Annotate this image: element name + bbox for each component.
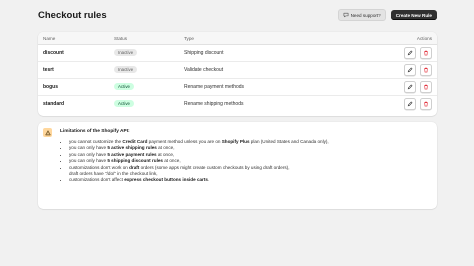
table-row[interactable]: standard Active Rename shipping methods <box>38 95 437 112</box>
edit-button[interactable] <box>404 97 416 110</box>
rule-type: Shipping discount <box>184 49 224 56</box>
table-row[interactable]: discount Inactive Shipping discount <box>38 44 437 62</box>
edit-button[interactable] <box>404 63 416 76</box>
delete-button[interactable] <box>420 46 432 59</box>
warning-icon <box>43 128 52 137</box>
list-item: customizations don't work on draft order… <box>69 165 439 178</box>
pencil-icon <box>407 84 413 89</box>
list-item: customizations don't affect express chec… <box>69 177 439 183</box>
row-actions <box>404 95 432 112</box>
page-header: Checkout rules Need support? Create New … <box>38 8 437 22</box>
status-badge: Inactive <box>114 49 138 56</box>
trash-icon <box>424 101 428 106</box>
edit-button[interactable] <box>404 80 416 93</box>
rule-type: Rename shipping methods <box>184 100 244 107</box>
header-actions: Need support? Create New Rule <box>337 9 437 21</box>
rule-name[interactable]: discount <box>43 44 64 61</box>
limitations-list: you cannot customize the Credit Card pay… <box>60 139 439 184</box>
rule-name[interactable]: tesrt <box>43 61 54 78</box>
status-badge: Inactive <box>114 66 138 73</box>
rule-type: Validate checkout <box>184 66 224 73</box>
column-header-type[interactable]: Type <box>184 32 194 44</box>
column-header-actions: Actions <box>416 35 432 41</box>
trash-icon <box>424 50 428 55</box>
edit-button[interactable] <box>404 46 416 59</box>
api-limitations-notice: Limitations of the Shopify API: you cann… <box>38 122 437 209</box>
status-badge: Active <box>114 100 134 107</box>
table-row[interactable]: tesrt Inactive Validate checkout <box>38 61 437 79</box>
rule-name[interactable]: bogus <box>43 78 58 95</box>
rule-type: Rename payment methods <box>184 83 245 90</box>
create-new-rule-button[interactable]: Create New Rule <box>390 10 437 20</box>
trash-icon <box>424 84 428 89</box>
rule-name[interactable]: standard <box>43 95 64 112</box>
delete-button[interactable] <box>420 63 432 76</box>
page-title: Checkout rules <box>38 9 107 21</box>
row-actions <box>404 44 432 61</box>
notice-title: Limitations of the Shopify API: <box>60 129 130 134</box>
trash-icon <box>424 67 428 72</box>
rules-table: Name Status Type Actions discount Inacti… <box>38 32 437 116</box>
status-badge: Active <box>114 83 134 90</box>
table-row[interactable]: bogus Active Rename payment methods <box>38 78 437 96</box>
delete-button[interactable] <box>420 80 432 93</box>
pencil-icon <box>407 50 413 55</box>
need-support-label: Need support? <box>350 12 381 18</box>
chat-icon <box>343 12 348 18</box>
delete-button[interactable] <box>420 97 432 110</box>
pencil-icon <box>407 67 413 72</box>
column-header-status[interactable]: Status <box>114 32 127 44</box>
column-header-name[interactable]: Name <box>43 32 55 44</box>
row-actions <box>404 61 432 78</box>
alert-triangle-icon <box>44 129 51 135</box>
pencil-icon <box>407 101 413 106</box>
row-actions <box>404 78 432 95</box>
need-support-button[interactable]: Need support? <box>337 9 386 21</box>
